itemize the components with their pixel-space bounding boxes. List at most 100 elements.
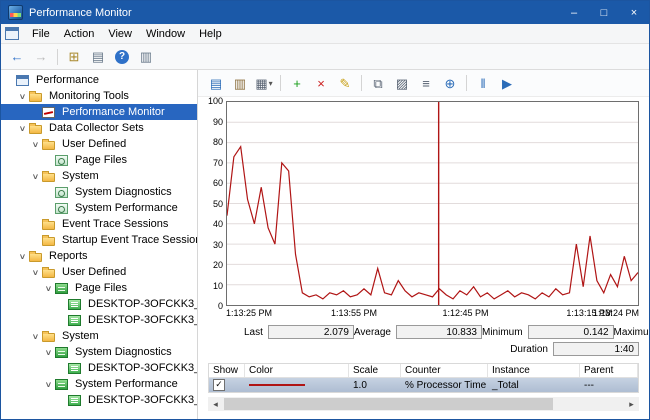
- toolbar-separator: [280, 75, 281, 91]
- show-hide-console-tree-button[interactable]: ⊞: [63, 46, 85, 68]
- legend-column-instance[interactable]: Instance: [488, 364, 580, 377]
- bottom-padding: [198, 411, 649, 419]
- expander-open-icon[interactable]: ∨: [15, 92, 29, 101]
- dcs-icon: [55, 203, 68, 214]
- y-tick-label: 10: [213, 281, 223, 291]
- expander-open-icon[interactable]: ∨: [15, 252, 29, 261]
- tree-item-system-diagnostics[interactable]: ∨System Diagnostics: [1, 344, 197, 360]
- forward-button[interactable]: →: [30, 46, 52, 68]
- tree-item-startup-event-trace-sessions[interactable]: Startup Event Trace Sessions: [1, 232, 197, 248]
- copy-properties-button[interactable]: ⧉: [367, 72, 389, 94]
- tree-item-label: DESKTOP-3OFCKK3_20170214-000003: [85, 314, 198, 326]
- freeze-display-button[interactable]: ‖: [472, 72, 494, 94]
- legend-column-show[interactable]: Show: [209, 364, 245, 377]
- y-tick-label: 0: [218, 301, 223, 311]
- x-tick-label: 1:13:24 PM: [593, 308, 639, 318]
- tree-item-page-files[interactable]: ∨Page Files: [1, 280, 197, 296]
- view-current-activity-button[interactable]: ▤: [205, 72, 227, 94]
- tree-item-label: System Performance: [72, 378, 181, 390]
- tree-item-page-files[interactable]: Page Files: [1, 152, 197, 168]
- tree-item-user-defined[interactable]: ∨User Defined: [1, 264, 197, 280]
- tree-item-desktop-3ofckk3-20170214-000003[interactable]: DESKTOP-3OFCKK3_20170214-000003: [1, 312, 197, 328]
- menu-window[interactable]: Window: [139, 26, 192, 42]
- y-tick-label: 100: [208, 96, 223, 106]
- green-icon: [55, 347, 68, 358]
- view-log-data-button[interactable]: ▥: [229, 72, 251, 94]
- tree-item-desktop-3ofckk3-20170214-000001[interactable]: DESKTOP-3OFCKK3_20170214-000001: [1, 296, 197, 312]
- menu-file[interactable]: File: [25, 26, 57, 42]
- legend-column-counter[interactable]: Counter: [401, 364, 488, 377]
- tree-item-system-diagnostics[interactable]: System Diagnostics: [1, 184, 197, 200]
- legend-counter-cell: % Processor Time: [401, 378, 488, 392]
- tree-item-event-trace-sessions[interactable]: Event Trace Sessions: [1, 216, 197, 232]
- expander-open-icon[interactable]: ∨: [41, 348, 55, 357]
- tree-item-performance[interactable]: Performance: [1, 72, 197, 88]
- scroll-left-arrow[interactable]: ◂: [208, 397, 223, 411]
- legend-column-color[interactable]: Color: [245, 364, 349, 377]
- maximize-button[interactable]: □: [589, 1, 619, 24]
- stat-minimum-value: 0.142: [528, 325, 614, 339]
- tree-item-data-collector-sets[interactable]: ∨Data Collector Sets: [1, 120, 197, 136]
- delete-counter-button[interactable]: ×: [310, 72, 332, 94]
- tree-item-system[interactable]: ∨System: [1, 168, 197, 184]
- stat-duration-value: 1:40: [553, 342, 639, 356]
- tree-item-reports[interactable]: ∨Reports: [1, 248, 197, 264]
- help-button[interactable]: ?: [111, 46, 133, 68]
- report-icon: [68, 395, 81, 406]
- zoom-button[interactable]: ⊕: [439, 72, 461, 94]
- main-toolbar: ←→ ⊞ ▤?▥: [1, 44, 649, 70]
- expander-open-icon[interactable]: ∨: [28, 172, 42, 181]
- minimize-button[interactable]: –: [559, 1, 589, 24]
- close-button[interactable]: ×: [619, 1, 649, 24]
- tree-item-system-performance[interactable]: ∨ System Performance: [1, 376, 197, 392]
- tree-item-system-performance[interactable]: System Performance: [1, 200, 197, 216]
- detail-pane: ▤▥▦▾+×✎⧉▨≡⊕‖▶ 1009080706050403020100 1:1…: [198, 70, 649, 419]
- highlight-button[interactable]: ✎: [334, 72, 356, 94]
- tree-item-label: Page Files: [72, 154, 130, 166]
- scroll-right-arrow[interactable]: ▸: [624, 397, 639, 411]
- tree-item-desktop-3ofckk3-20170214-000001[interactable]: DESKTOP-3OFCKK3_20170214-000001: [1, 360, 197, 376]
- legend-row[interactable]: ✓1.0% Processor Time_Total---: [209, 378, 638, 392]
- tree-item-system[interactable]: ∨System: [1, 328, 197, 344]
- tree-item-user-defined[interactable]: ∨User Defined: [1, 136, 197, 152]
- menu-view[interactable]: View: [101, 26, 139, 42]
- counter-statistics: Last2.079Average10.833Minimum0.142Maximu…: [198, 321, 649, 359]
- dcs-icon: [55, 155, 68, 166]
- paste-counter-list-icon: ▨: [396, 77, 408, 90]
- scrollbar-track[interactable]: [223, 397, 624, 411]
- expander-open-icon[interactable]: ∨: [15, 124, 29, 133]
- y-tick-label: 40: [213, 219, 223, 229]
- show-hide-console-tree-icon: ⊞: [69, 50, 80, 63]
- app-icon: [8, 5, 23, 20]
- tree-item-performance-monitor[interactable]: Performance Monitor: [1, 104, 197, 120]
- back-button[interactable]: ←: [6, 46, 28, 68]
- update-data-button[interactable]: ▶: [496, 72, 518, 94]
- tree-item-desktop-3ofckk3-20170214-000002[interactable]: DESKTOP-3OFCKK3_20170214-000002: [1, 392, 197, 408]
- horizontal-scrollbar[interactable]: ◂ ▸: [208, 397, 639, 411]
- tree-item-label: DESKTOP-3OFCKK3_20170214-000002: [85, 394, 198, 406]
- show-checkbox[interactable]: ✓: [213, 379, 225, 391]
- expander-open-icon[interactable]: ∨: [28, 268, 42, 277]
- properties-button[interactable]: ≡: [415, 72, 437, 94]
- expander-open-icon[interactable]: ∨: [41, 284, 55, 293]
- paste-counter-list-button[interactable]: ▨: [391, 72, 413, 94]
- export-list-button[interactable]: ▤: [87, 46, 109, 68]
- menu-help[interactable]: Help: [192, 26, 229, 42]
- toolbar-separator: [466, 75, 467, 91]
- add-counter-button[interactable]: +: [286, 72, 308, 94]
- legend-scale-cell: 1.0: [349, 378, 401, 392]
- legend-color-cell: [245, 378, 349, 392]
- expander-open-icon[interactable]: ∨: [28, 332, 42, 341]
- change-graph-type-button[interactable]: ▦▾: [253, 72, 275, 94]
- expander-open-icon[interactable]: ∨: [41, 380, 55, 389]
- tree-item-label: System Performance: [72, 202, 181, 214]
- x-tick-label: 1:13:55 PM: [331, 308, 377, 318]
- action-pane-button[interactable]: ▥: [135, 46, 157, 68]
- scrollbar-thumb[interactable]: [224, 398, 553, 410]
- legend-column-scale[interactable]: Scale: [349, 364, 401, 377]
- tree-item-monitoring-tools[interactable]: ∨Monitoring Tools: [1, 88, 197, 104]
- legend-show-cell: ✓: [209, 378, 245, 392]
- legend-column-parent[interactable]: Parent: [580, 364, 638, 377]
- expander-open-icon[interactable]: ∨: [28, 140, 42, 149]
- menu-action[interactable]: Action: [57, 26, 102, 42]
